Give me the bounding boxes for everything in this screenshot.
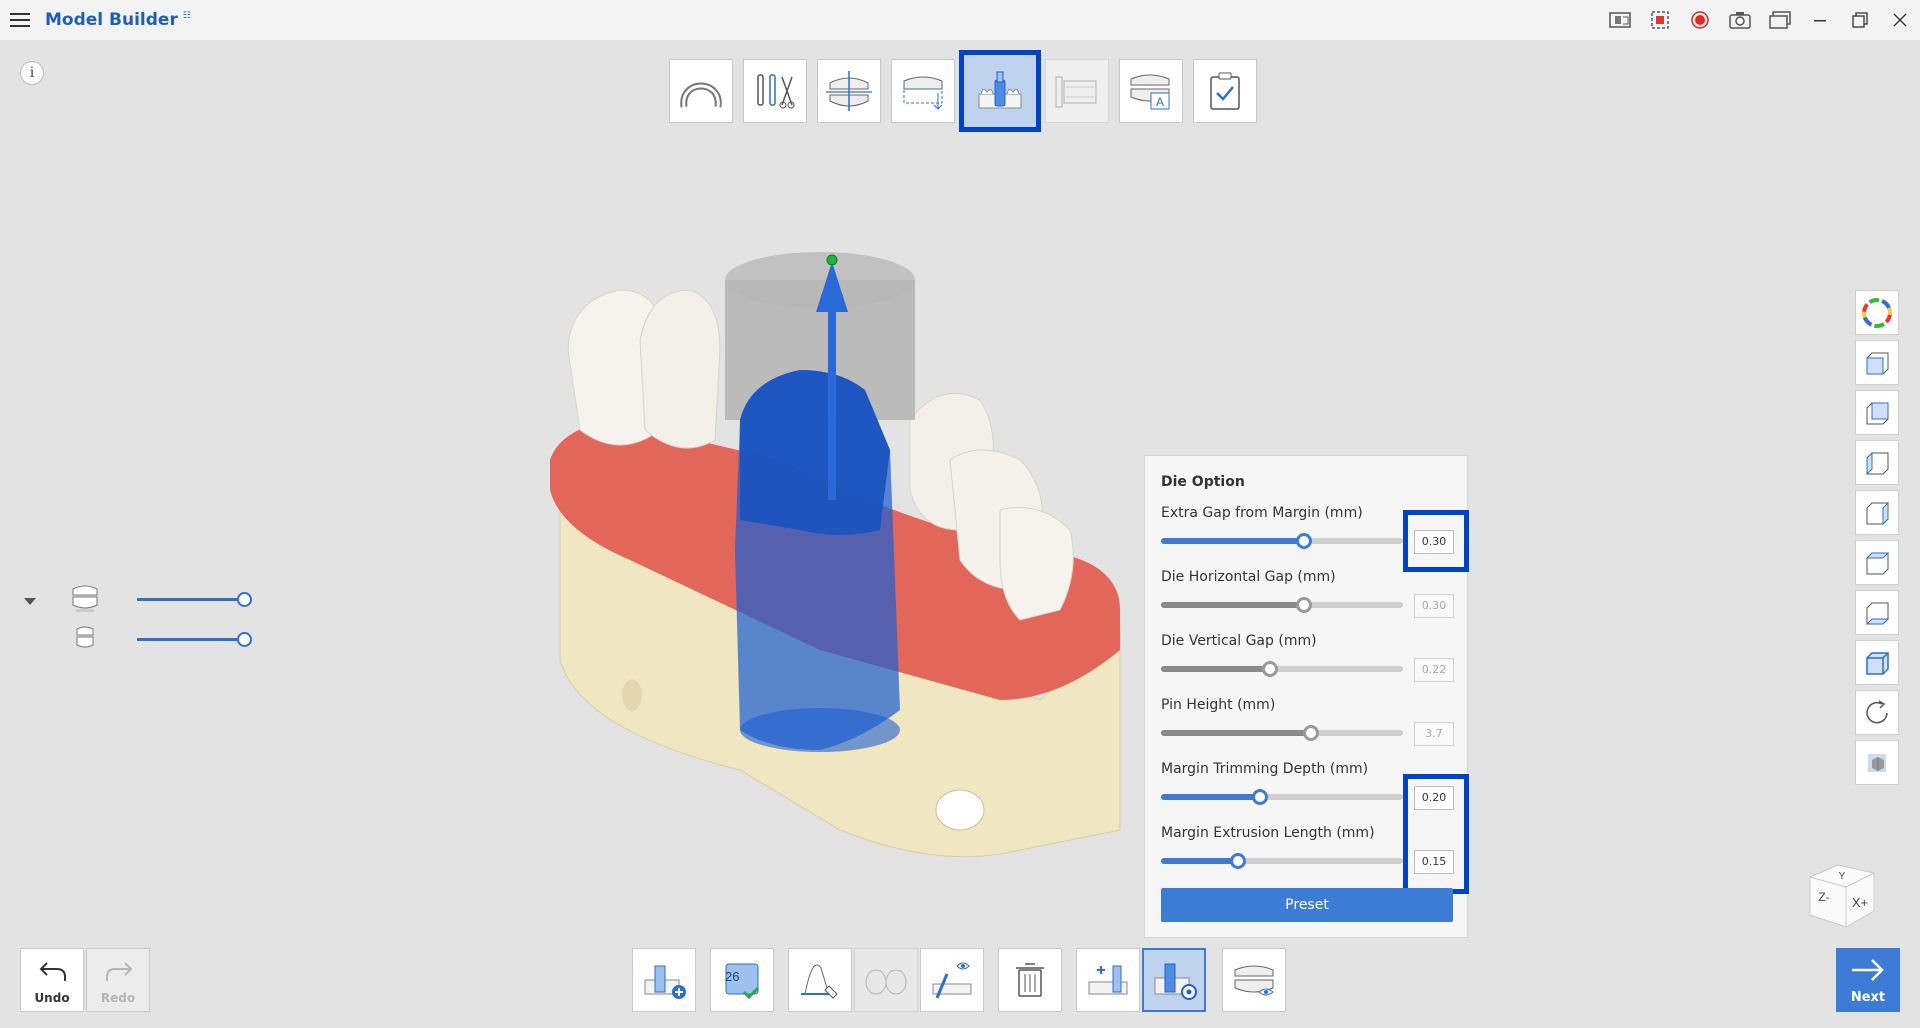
- pin-height-option: Pin Height (mm) 3.7: [1161, 697, 1455, 755]
- gallery-icon[interactable]: [1760, 0, 1800, 40]
- record-icon[interactable]: [1680, 0, 1720, 40]
- die-preview-icon[interactable]: [920, 948, 984, 1012]
- minimize-icon[interactable]: [1800, 0, 1840, 40]
- margin-trimming-depth-slider[interactable]: [1161, 789, 1403, 805]
- info-icon[interactable]: i: [20, 61, 44, 85]
- app-title-mark: ☷: [182, 11, 191, 21]
- margin-edit-icon[interactable]: [788, 948, 852, 1012]
- extra-gap-thumb[interactable]: [1295, 533, 1312, 549]
- step-finish-icon[interactable]: [1193, 59, 1257, 123]
- pin-height-thumb[interactable]: [1303, 725, 1320, 741]
- lower-model-visibility: [65, 623, 255, 655]
- die-vertical-gap-value[interactable]: 0.22: [1414, 658, 1454, 682]
- die-vertical-gap-slider[interactable]: [1161, 661, 1403, 677]
- next-arrow-icon: [1852, 959, 1884, 981]
- lower-opacity-track[interactable]: [137, 638, 245, 641]
- highlight-box-extra-gap: [1403, 510, 1469, 572]
- extra-gap-label: Extra Gap from Margin (mm): [1161, 505, 1363, 521]
- pin-height-value[interactable]: 3.7: [1414, 722, 1454, 746]
- tooth-number-icon[interactable]: 26: [710, 948, 774, 1012]
- die-settings-icon[interactable]: [1142, 948, 1206, 1012]
- add-die-icon[interactable]: [632, 948, 696, 1012]
- report-icon[interactable]: [1640, 0, 1680, 40]
- die-vertical-gap-label: Die Vertical Gap (mm): [1161, 633, 1317, 649]
- camera-icon[interactable]: [1720, 0, 1760, 40]
- upper-model-visibility: [65, 583, 255, 615]
- die-horizontal-gap-value[interactable]: 0.30: [1414, 594, 1454, 618]
- next-label: Next: [1850, 990, 1886, 1005]
- highlight-box-margin-options: [1403, 774, 1469, 894]
- antagonist-icon[interactable]: [854, 948, 918, 1012]
- die-vertical-gap-option: Die Vertical Gap (mm) 0.22: [1161, 633, 1455, 691]
- bottom-toolbar: 26: [0, 948, 1920, 1014]
- pin-height-slider[interactable]: [1161, 725, 1403, 741]
- margin-extrusion-length-thumb[interactable]: [1230, 853, 1247, 869]
- model-view-icon[interactable]: [1222, 948, 1286, 1012]
- die-option-panel: Die Option Extra Gap from Margin (mm) 0.…: [1144, 455, 1469, 938]
- margin-extrusion-length-label: Margin Extrusion Length (mm): [1161, 825, 1375, 841]
- svg-text:Y: Y: [1839, 871, 1846, 882]
- view-bottom-icon[interactable]: [1855, 590, 1899, 635]
- view-top-icon[interactable]: [1855, 540, 1899, 585]
- margin-trimming-depth-label: Margin Trimming Depth (mm): [1161, 761, 1369, 777]
- upper-jaw-icon[interactable]: [65, 583, 105, 615]
- view-iso-icon[interactable]: [1855, 640, 1899, 685]
- menu-icon[interactable]: [0, 0, 40, 40]
- close-icon[interactable]: [1880, 0, 1920, 40]
- title-bar: Model Builder ☷: [0, 0, 1920, 40]
- next-button[interactable]: Next: [1836, 948, 1900, 1012]
- die-vertical-gap-thumb[interactable]: [1261, 661, 1278, 677]
- die-horizontal-gap-option: Die Horizontal Gap (mm) 0.30: [1161, 569, 1455, 627]
- view-right-icon[interactable]: [1855, 490, 1899, 535]
- delete-icon[interactable]: [998, 948, 1062, 1012]
- model-viewport[interactable]: [520, 230, 1140, 870]
- step-base-icon[interactable]: [891, 59, 955, 123]
- die-horizontal-gap-thumb[interactable]: [1295, 597, 1312, 613]
- view-left-icon[interactable]: [1855, 440, 1899, 485]
- step-articulator-icon[interactable]: [1045, 59, 1109, 123]
- step-die-icon[interactable]: [959, 50, 1041, 132]
- pin-tool-icon[interactable]: [1076, 948, 1140, 1012]
- lower-opacity-knob[interactable]: [237, 632, 252, 647]
- svg-text:Z-: Z-: [1818, 890, 1829, 904]
- die-option-title: Die Option: [1161, 474, 1245, 490]
- color-wheel-icon[interactable]: [1855, 290, 1899, 335]
- step-trim-tools-icon[interactable]: [743, 59, 807, 123]
- lower-jaw-icon[interactable]: [65, 623, 105, 655]
- die-horizontal-gap-slider[interactable]: [1161, 597, 1403, 613]
- restore-icon[interactable]: [1840, 0, 1880, 40]
- extra-gap-slider[interactable]: [1161, 533, 1403, 549]
- step-arch-icon[interactable]: [669, 59, 733, 123]
- clinic-icon[interactable]: [1600, 0, 1640, 40]
- view-back-icon[interactable]: [1855, 390, 1899, 435]
- view-toolbar: [1855, 290, 1899, 785]
- svg-text:A: A: [1156, 95, 1164, 109]
- rotate-view-icon[interactable]: [1855, 690, 1899, 735]
- preset-button[interactable]: Preset: [1161, 888, 1453, 922]
- margin-extrusion-length-slider[interactable]: [1161, 853, 1403, 869]
- workflow-steps: A: [669, 50, 1257, 132]
- view-front-icon[interactable]: [1855, 340, 1899, 385]
- step-label-icon[interactable]: A: [1119, 59, 1183, 123]
- collapse-toggle-icon[interactable]: [24, 598, 36, 605]
- pin-height-label: Pin Height (mm): [1161, 697, 1276, 713]
- margin-trimming-depth-thumb[interactable]: [1252, 789, 1269, 805]
- title-toolbar: [1600, 0, 1920, 40]
- upper-opacity-track[interactable]: [137, 598, 245, 601]
- model-visibility-panel: [20, 580, 252, 650]
- upper-opacity-knob[interactable]: [237, 592, 252, 607]
- die-horizontal-gap-label: Die Horizontal Gap (mm): [1161, 569, 1336, 585]
- step-occlusion-icon[interactable]: [817, 59, 881, 123]
- orientation-cube-icon[interactable]: X+ Z- Y: [1802, 855, 1882, 935]
- svg-text:X+: X+: [1852, 895, 1868, 910]
- solid-view-icon[interactable]: [1855, 740, 1899, 785]
- app-title: Model Builder: [45, 10, 178, 30]
- tooth-number-label: 26: [725, 969, 740, 984]
